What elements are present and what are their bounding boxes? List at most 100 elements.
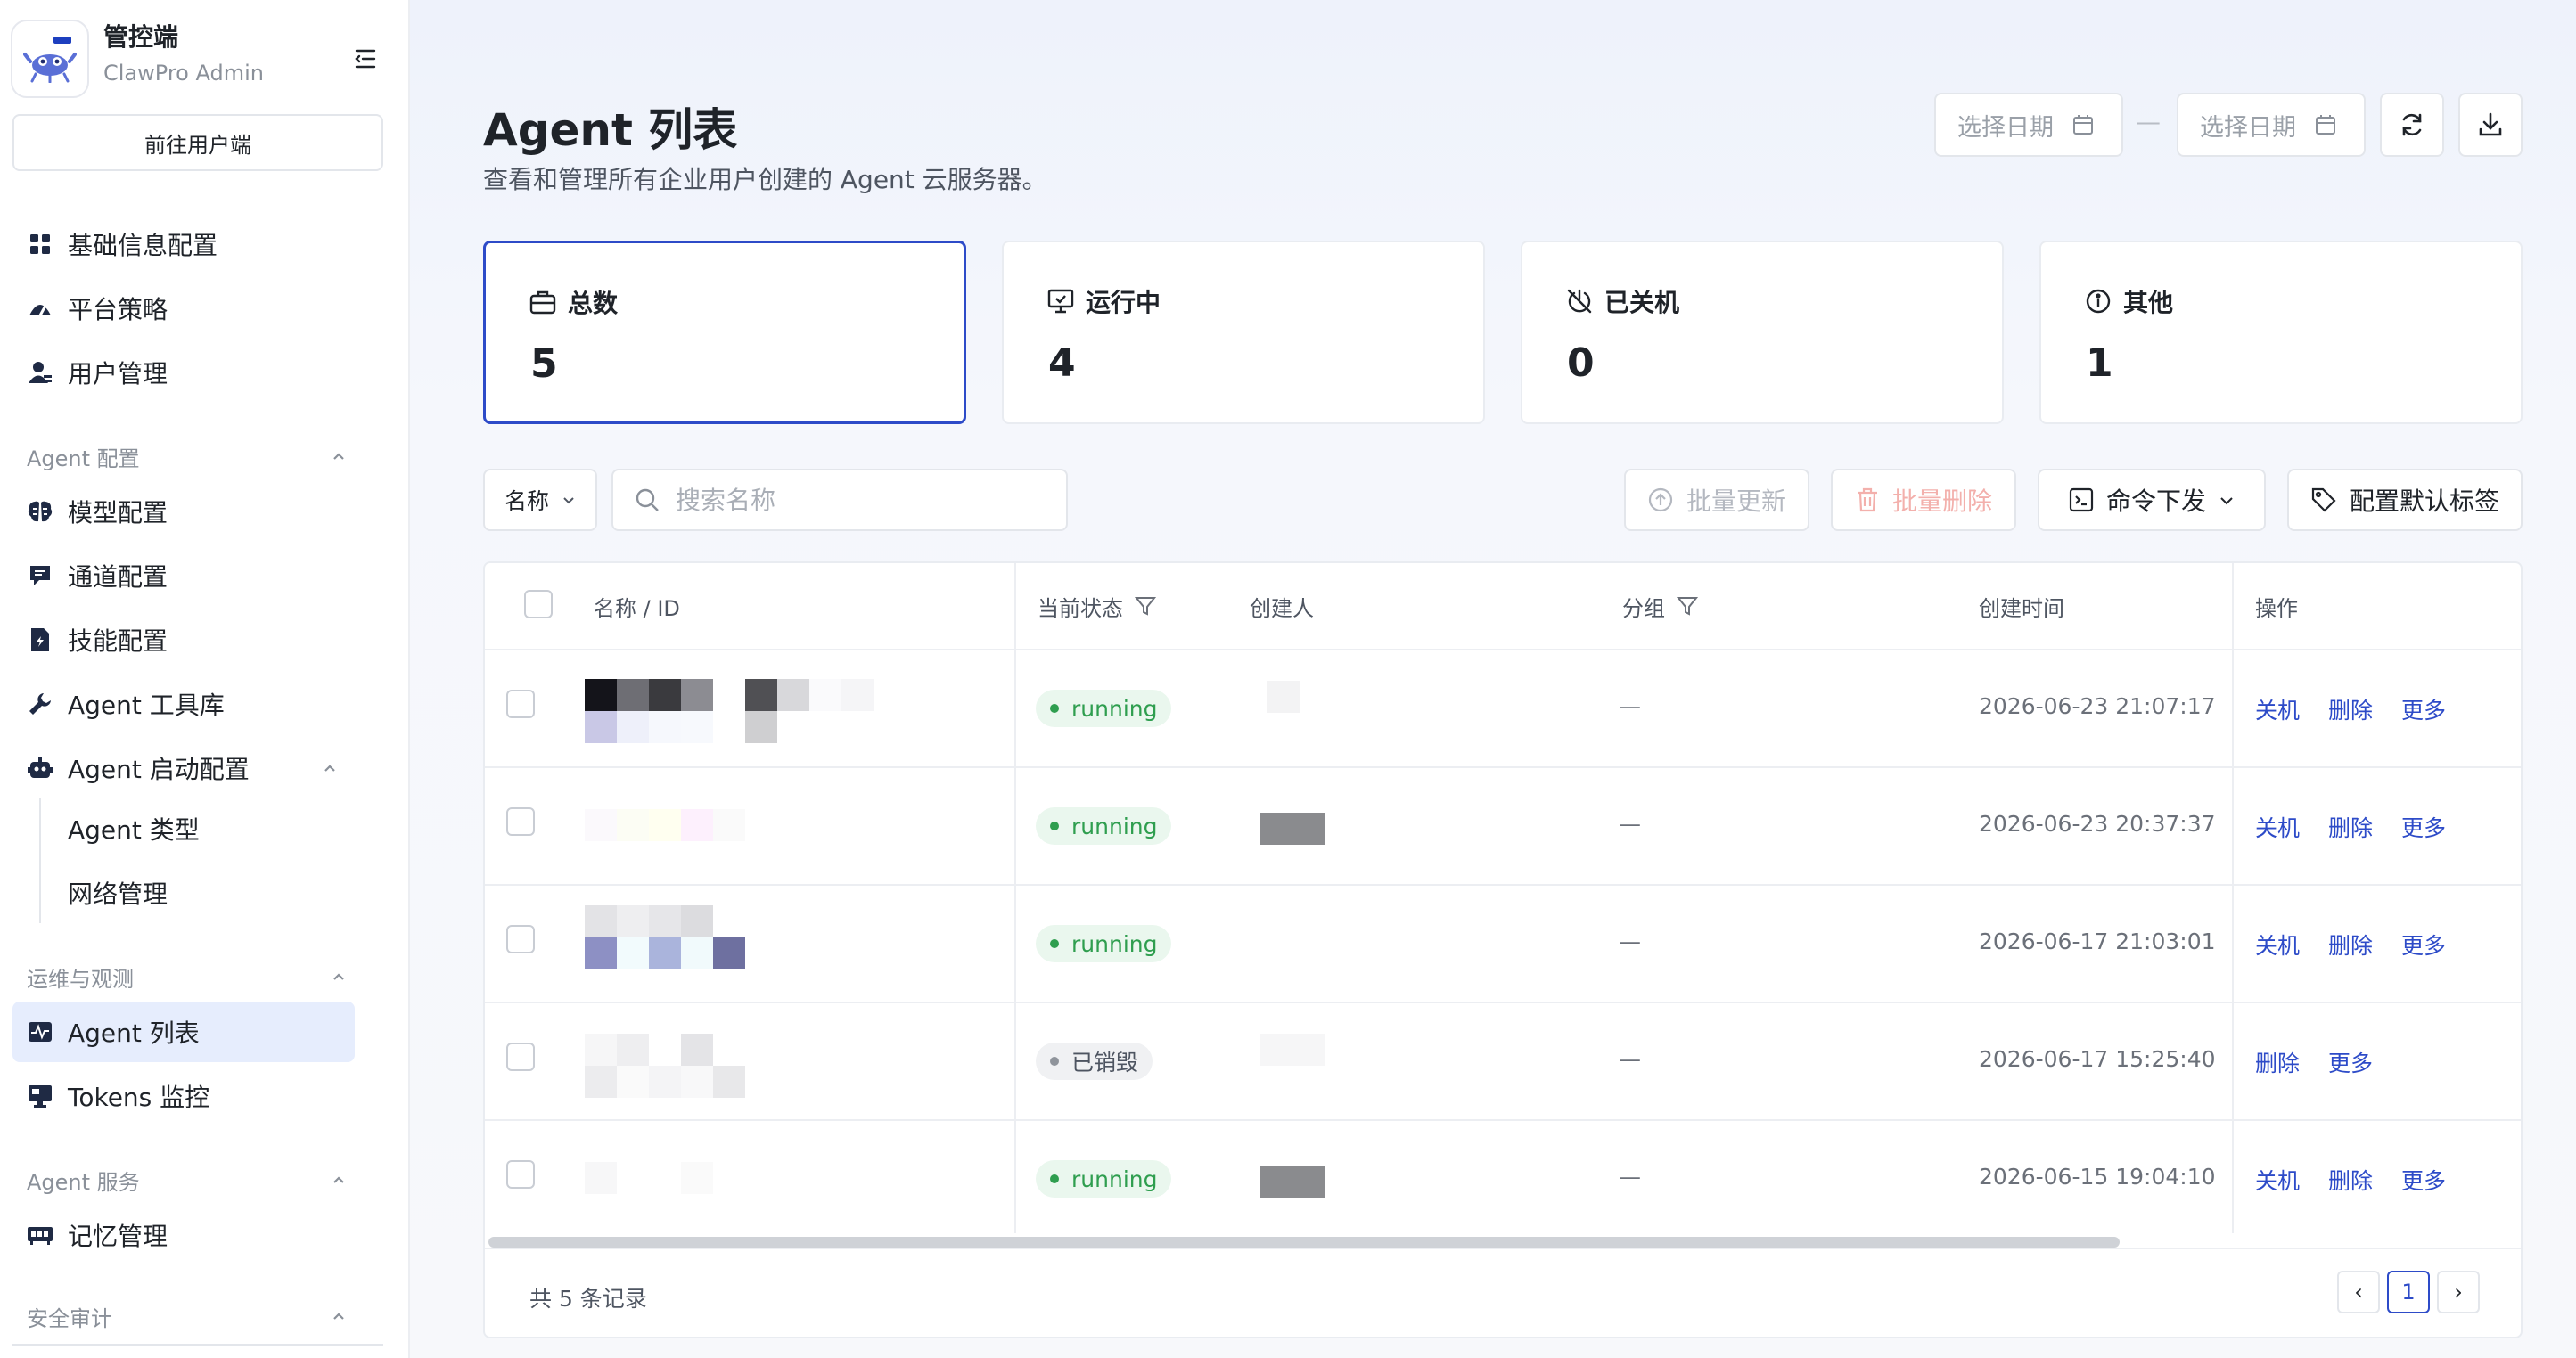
batch-update-button[interactable]: 批量更新 <box>1624 469 1809 531</box>
redacted-creator <box>1260 813 1325 845</box>
stat-card-stopped[interactable]: 已关机 0 <box>1521 241 2004 424</box>
nav-group-security-audit[interactable]: 安全审计 <box>27 1301 348 1331</box>
row-divider <box>485 1248 2521 1249</box>
search-input[interactable] <box>676 485 1050 515</box>
delete-link[interactable]: 删除 <box>2328 1164 2373 1196</box>
shutdown-link[interactable]: 关机 <box>2255 929 2300 961</box>
sidebar-item-agent-toolkit[interactable]: Agent 工具库 <box>12 674 355 734</box>
agent-table: 名称 / ID 当前状态 创建人 分组 创建时间 操作 running — 20… <box>483 561 2523 1338</box>
sidebar-item-memory-management[interactable]: 记忆管理 <box>12 1205 355 1265</box>
delete-link[interactable]: 删除 <box>2328 929 2373 961</box>
sidebar-item-network-management[interactable]: 网络管理 <box>12 863 355 923</box>
batch-delete-button[interactable]: 批量删除 <box>1831 469 2016 531</box>
stat-value: 0 <box>1567 340 1595 386</box>
date-start-picker[interactable]: 选择日期 <box>1934 93 2123 157</box>
shutdown-link[interactable]: 关机 <box>2255 1164 2300 1196</box>
chevron-down-icon <box>2220 497 2233 505</box>
stat-card-running[interactable]: 运行中 4 <box>1002 241 1485 424</box>
delete-link[interactable]: 删除 <box>2328 811 2373 843</box>
sidebar-item-tokens-monitor[interactable]: Tokens 监控 <box>12 1066 355 1126</box>
activity-icon <box>27 1018 53 1045</box>
redacted-name <box>585 679 906 743</box>
sidebar-item-label: 记忆管理 <box>68 1222 168 1251</box>
row-checkbox[interactable] <box>506 1043 535 1071</box>
more-link[interactable]: 更多 <box>2401 1164 2446 1196</box>
stat-value: 1 <box>2086 340 2113 386</box>
goto-user-portal-button[interactable]: 前往用户端 <box>12 114 383 171</box>
chevron-down-icon <box>563 497 574 504</box>
upload-circle-icon <box>1648 487 1673 512</box>
group-cell: — <box>1619 1164 1641 1190</box>
default-tags-button[interactable]: 配置默认标签 <box>2287 469 2523 531</box>
nav-group-agent-service[interactable]: Agent 服务 <box>27 1162 348 1198</box>
column-header-status: 当前状态 <box>1038 563 1157 649</box>
page-description: 查看和管理所有企业用户创建的 Agent 云服务器。 <box>483 165 1047 194</box>
prev-page-button[interactable]: ‹ <box>2337 1271 2380 1313</box>
nav-group-agent-config[interactable]: Agent 配置 <box>27 438 348 474</box>
search-box[interactable] <box>611 469 1068 531</box>
monitor-icon <box>27 1083 53 1109</box>
more-link[interactable]: 更多 <box>2401 929 2446 961</box>
delete-link[interactable]: 删除 <box>2255 1046 2300 1078</box>
shutdown-link[interactable]: 关机 <box>2255 811 2300 843</box>
created-time-cell: 2026-06-23 21:07:17 <box>1979 693 2216 719</box>
total-records: 共 5 条记录 <box>529 1286 647 1312</box>
collapse-sidebar-icon[interactable] <box>348 41 383 77</box>
chevron-up-icon <box>333 1176 344 1183</box>
sidebar-item-skill-config[interactable]: 技能配置 <box>12 609 355 670</box>
download-button[interactable] <box>2458 93 2523 157</box>
sidebar-item-channel-config[interactable]: 通道配置 <box>12 545 355 606</box>
group-cell: — <box>1619 811 1641 837</box>
status-badge: running <box>1036 807 1172 845</box>
refresh-icon <box>2402 113 2422 136</box>
download-icon <box>2479 112 2502 136</box>
power-off-icon <box>1567 289 1592 314</box>
chevron-up-icon[interactable] <box>321 759 339 777</box>
chat-icon <box>27 562 53 589</box>
info-icon <box>2086 289 2111 314</box>
stat-card-other[interactable]: 其他 1 <box>2039 241 2523 424</box>
screen-check-icon <box>1047 289 1074 314</box>
date-end-picker[interactable]: 选择日期 <box>2177 93 2366 157</box>
delete-link[interactable]: 删除 <box>2328 693 2373 725</box>
column-divider <box>2232 563 2234 1233</box>
row-checkbox[interactable] <box>506 807 535 836</box>
sidebar-item-agent-type[interactable]: Agent 类型 <box>12 798 355 859</box>
date-separator: — <box>2136 107 2161 136</box>
row-checkbox[interactable] <box>506 925 535 953</box>
column-header-created-time: 创建时间 <box>1979 595 2064 621</box>
row-divider <box>485 1119 2521 1121</box>
nav-group-ops[interactable]: 运维与观测 <box>27 959 348 994</box>
more-link[interactable]: 更多 <box>2328 1046 2373 1078</box>
sidebar-item-label: 基础信息配置 <box>68 231 218 260</box>
shutdown-link[interactable]: 关机 <box>2255 693 2300 725</box>
filter-icon[interactable] <box>1676 594 1699 618</box>
sidebar-item-platform-strategy[interactable]: 平台策略 <box>12 278 355 339</box>
next-page-button[interactable]: › <box>2437 1271 2480 1313</box>
sidebar-item-agent-startup[interactable]: Agent 启动配置 <box>12 738 355 798</box>
filter-icon[interactable] <box>1134 594 1157 618</box>
command-dispatch-button[interactable]: 命令下发 <box>2038 469 2266 531</box>
created-time-cell: 2026-06-23 20:37:37 <box>1979 811 2216 837</box>
sidebar-item-agent-list[interactable]: Agent 列表 <box>12 1002 355 1062</box>
refresh-button[interactable] <box>2380 93 2444 157</box>
select-all-checkbox[interactable] <box>524 590 553 618</box>
row-checkbox[interactable] <box>506 690 535 718</box>
more-link[interactable]: 更多 <box>2401 811 2446 843</box>
more-link[interactable]: 更多 <box>2401 693 2446 725</box>
group-cell: — <box>1619 1046 1641 1072</box>
brand-subtitle: ClawPro Admin <box>103 61 264 86</box>
sidebar-item-user-management[interactable]: 用户管理 <box>12 342 355 403</box>
sidebar-item-model-config[interactable]: 模型配置 <box>12 481 355 542</box>
horizontal-scrollbar[interactable] <box>488 1237 2120 1248</box>
page-1-button[interactable]: 1 <box>2387 1271 2430 1313</box>
search-field-select[interactable]: 名称 <box>483 469 597 531</box>
sidebar-item-label: 模型配置 <box>68 498 168 528</box>
grid-icon <box>27 231 53 258</box>
sidebar-item-basic-info[interactable]: 基础信息配置 <box>12 214 355 274</box>
calendar-icon <box>2073 115 2093 135</box>
stat-card-total[interactable]: 总数 5 <box>483 241 966 424</box>
sidebar-divider <box>12 1344 383 1346</box>
search-icon <box>636 488 659 511</box>
row-checkbox[interactable] <box>506 1160 535 1189</box>
